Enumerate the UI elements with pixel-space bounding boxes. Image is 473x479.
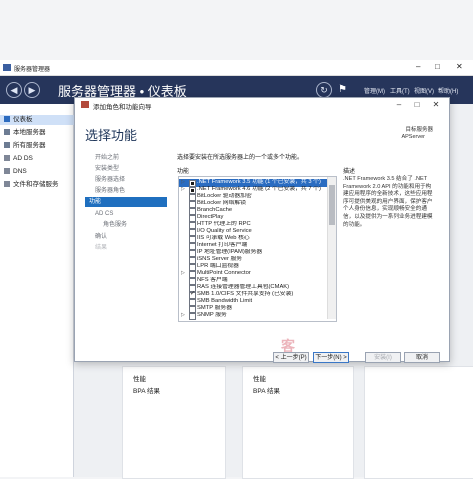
sidebar-item-label: 所有服务器: [13, 142, 46, 149]
sidebar-item-dns[interactable]: DNS: [0, 167, 74, 177]
wizard-icon: [81, 101, 89, 108]
refresh-icon[interactable]: ↻: [316, 82, 332, 98]
tile-performance[interactable]: 性能: [253, 373, 266, 383]
notifications-flag-icon[interactable]: ⚑: [338, 84, 347, 95]
sidebar-item-ad-ds[interactable]: AD DS: [0, 154, 74, 164]
step-installation-type[interactable]: 安装类型: [91, 164, 166, 174]
previous-button[interactable]: < 上一步(P): [273, 352, 309, 363]
sidebar-item-file-storage[interactable]: 文件和存储服务: [0, 180, 74, 190]
dashboard-tile: [364, 366, 473, 479]
server-icon: [4, 129, 10, 136]
tile-performance[interactable]: 性能: [133, 373, 146, 383]
dashboard-tile: 性能 BPA 结果: [242, 366, 354, 479]
wizard-heading: 选择功能: [85, 128, 138, 143]
server-manager-titlebar: 服务器管理器 – □ ✕: [0, 60, 473, 76]
expand-arrow-icon[interactable]: ▷: [181, 312, 187, 320]
back-icon[interactable]: ◀: [6, 82, 22, 98]
outer-close-button[interactable]: ✕: [456, 62, 463, 71]
step-results: 结果: [95, 245, 108, 251]
dialog-title: 添加角色和功能向导: [93, 104, 152, 111]
menu-manage[interactable]: 管理(M): [364, 86, 385, 95]
file-storage-icon: [4, 181, 10, 188]
outer-minimize-button[interactable]: –: [416, 62, 420, 71]
menu-tools[interactable]: 工具(T): [390, 86, 410, 95]
dialog-minimize-button[interactable]: –: [393, 100, 405, 110]
tile-bpa-results[interactable]: BPA 结果: [253, 385, 280, 395]
dialog-titlebar: 添加角色和功能向导 – □ ✕: [75, 98, 449, 112]
destination-server-label: 目标服务器: [405, 127, 433, 133]
features-label: 功能: [177, 169, 190, 175]
menu-help[interactable]: 帮助(H): [438, 86, 458, 95]
description-text: .NET Framework 3.5 结合了 .NET Framework 2.…: [343, 176, 433, 228]
ad-ds-icon: [4, 155, 10, 162]
description-heading: 描述: [343, 169, 356, 175]
features-scrollbar-thumb[interactable]: [329, 185, 335, 225]
server-manager-titlebar-text: 服务器管理器: [14, 67, 51, 73]
step-before-you-begin[interactable]: 开始之前: [91, 153, 166, 163]
dns-icon: [4, 168, 10, 175]
step-confirmation[interactable]: 确认: [91, 232, 166, 242]
sidebar: 仪表板 本地服务器 所有服务器 AD DS DNS 文件和存储服务: [0, 104, 74, 477]
sidebar-item-local-server[interactable]: 本地服务器: [0, 128, 74, 138]
forward-icon[interactable]: ▶: [24, 82, 40, 98]
step-features[interactable]: 功能: [85, 197, 167, 207]
tile-bpa-results[interactable]: BPA 结果: [133, 385, 160, 395]
sidebar-item-label: 本地服务器: [13, 129, 46, 136]
step-server-roles[interactable]: 服务器角色: [91, 186, 166, 196]
add-roles-features-wizard: 添加角色和功能向导 – □ ✕ 选择功能 目标服务器 APServer 开始之前…: [74, 97, 450, 363]
instruction-text: 选择要安装在所选服务器上的一个或多个功能。: [177, 155, 304, 161]
menu-view[interactable]: 视图(V): [414, 86, 434, 95]
cancel-button[interactable]: 取消: [404, 352, 440, 363]
dashboard-tile: 性能 BPA 结果: [122, 366, 226, 479]
dashboard-icon: [4, 116, 10, 123]
features-tree[interactable]: ▷ .NET Framework 3.5 功能 (1 个已安装，共 3 个) ▷ .N…: [178, 176, 337, 322]
feature-checkbox[interactable]: [189, 313, 196, 320]
destination-server: 目标服务器 APServer: [401, 125, 433, 140]
sidebar-item-label: AD DS: [13, 155, 33, 162]
step-ad-cs[interactable]: AD CS: [91, 209, 166, 219]
sidebar-item-label: DNS: [13, 168, 27, 175]
step-role-services[interactable]: 角色服务: [91, 220, 166, 230]
next-button[interactable]: 下一步(N) >: [313, 352, 349, 363]
install-button: 安装(I): [365, 352, 401, 363]
sidebar-item-label: 仪表板: [13, 116, 33, 123]
destination-server-name: APServer: [401, 134, 425, 140]
servers-icon: [4, 142, 10, 149]
features-scrollbar[interactable]: [327, 177, 336, 319]
sidebar-item-dashboard[interactable]: 仪表板: [0, 115, 74, 125]
feature-item[interactable]: ▷ SNMP 服务: [179, 312, 327, 320]
sidebar-item-label: 文件和存储服务: [13, 181, 59, 188]
server-manager-app-icon: [3, 64, 11, 71]
step-server-selection[interactable]: 服务器选择: [91, 175, 166, 185]
outer-maximize-button[interactable]: □: [435, 62, 440, 71]
feature-label: SNMP 服务: [197, 312, 227, 318]
sidebar-item-all-servers[interactable]: 所有服务器: [0, 141, 74, 151]
dialog-close-button[interactable]: ✕: [430, 100, 442, 110]
dialog-maximize-button[interactable]: □: [411, 100, 423, 110]
